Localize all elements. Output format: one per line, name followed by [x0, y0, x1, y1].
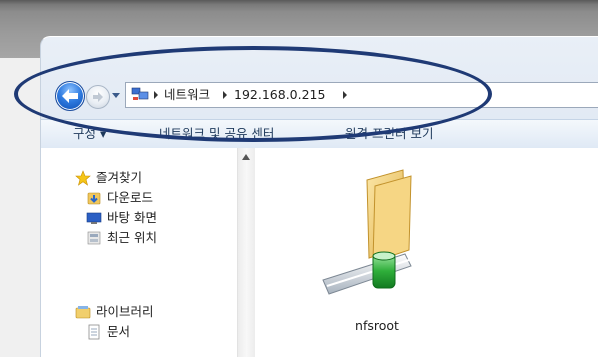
sidebar-item-label: 즐겨찾기	[96, 170, 143, 185]
breadcrumb-host[interactable]: 192.168.0.215	[234, 83, 325, 107]
downloads-folder-icon	[87, 192, 101, 205]
view-remote-printers-button[interactable]: 원격 프린터 보기	[345, 120, 433, 148]
libraries-icon	[75, 306, 91, 319]
shared-folder-item[interactable]: nfsroot	[317, 168, 437, 338]
arrow-left-icon	[62, 89, 78, 103]
star-icon	[75, 170, 91, 186]
sidebar-item-label: 라이브러리	[96, 304, 154, 319]
sidebar-item-label: 다운로드	[107, 190, 154, 205]
sidebar-item-label: 바탕 화면	[107, 210, 157, 225]
back-button[interactable]	[55, 81, 85, 111]
navigation-pane-scrollbar[interactable]	[237, 148, 255, 357]
forward-button[interactable]	[86, 85, 110, 109]
file-list-pane: nfsroot	[255, 148, 598, 357]
command-toolbar: 구성 ▾ 네트워크 및 공유 센터 원격 프린터 보기	[41, 119, 598, 149]
breadcrumb-separator-icon[interactable]	[222, 91, 228, 99]
network-sharing-center-button[interactable]: 네트워크 및 공유 센터	[159, 120, 274, 148]
sidebar-item-label: 최근 위치	[107, 230, 157, 245]
scroll-up-icon[interactable]	[242, 154, 250, 160]
address-bar[interactable]: 네트워크 192.168.0.215	[125, 82, 598, 108]
recent-places-icon	[87, 231, 101, 245]
navigation-pane: 즐겨찾기 다운로드 바탕 화면 최근 위치 라이브러리 문서	[41, 148, 238, 357]
sidebar-item-label: 문서	[107, 324, 131, 339]
organize-button[interactable]: 구성 ▾	[73, 120, 106, 148]
documents-icon	[88, 324, 100, 340]
breadcrumb-network[interactable]: 네트워크	[164, 83, 210, 107]
shared-folder-icon	[322, 169, 412, 295]
navigation-row: 네트워크 192.168.0.215	[41, 77, 598, 111]
breadcrumb-separator-icon[interactable]	[342, 91, 348, 99]
history-dropdown-icon[interactable]	[111, 90, 121, 100]
desktop-icon	[86, 212, 102, 224]
file-item-label: nfsroot	[355, 318, 399, 333]
network-icon	[131, 87, 149, 100]
breadcrumb-separator-icon[interactable]	[153, 91, 159, 99]
arrow-right-icon	[93, 92, 103, 102]
explorer-window: 네트워크 192.168.0.215 구성 ▾ 네트워크 및 공유 센터 원격 …	[40, 36, 598, 357]
